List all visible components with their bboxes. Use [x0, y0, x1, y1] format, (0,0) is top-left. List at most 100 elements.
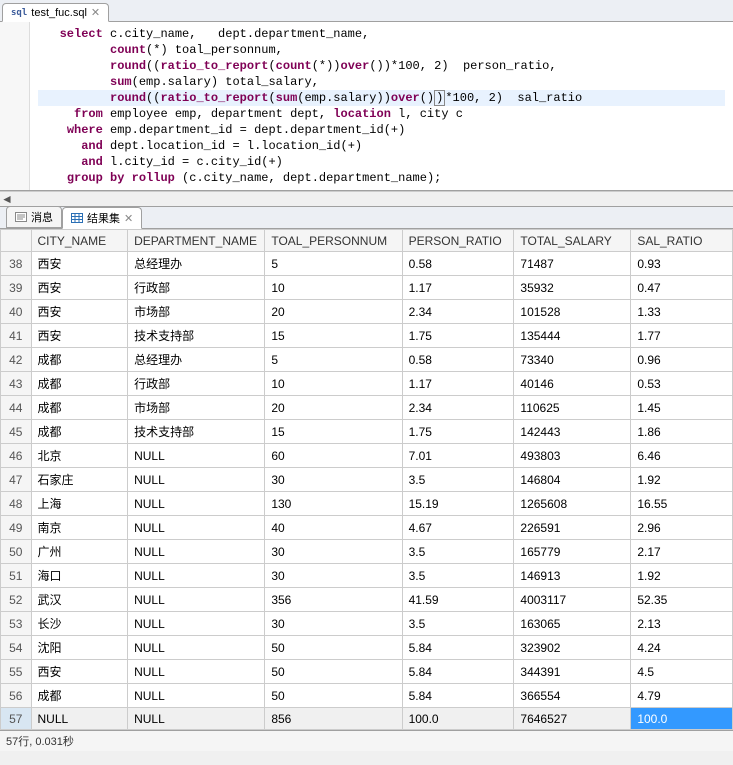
city-cell[interactable]: 西安	[31, 252, 128, 276]
person-ratio-cell[interactable]: 1.17	[402, 276, 514, 300]
personnum-cell[interactable]: 15	[265, 324, 402, 348]
sal-ratio-cell[interactable]: 4.24	[631, 636, 733, 660]
personnum-cell[interactable]: 10	[265, 372, 402, 396]
table-row[interactable]: 45成都技术支持部151.751424431.86	[1, 420, 733, 444]
personnum-cell[interactable]: 5	[265, 348, 402, 372]
personnum-cell[interactable]: 50	[265, 684, 402, 708]
department-cell[interactable]: NULL	[128, 660, 265, 684]
total-salary-cell[interactable]: 35932	[514, 276, 631, 300]
column-header-sal-ratio[interactable]: SAL_RATIO	[631, 230, 733, 252]
city-cell[interactable]: 北京	[31, 444, 128, 468]
table-row[interactable]: 47石家庄NULL303.51468041.92	[1, 468, 733, 492]
city-cell[interactable]: NULL	[31, 708, 128, 730]
personnum-cell[interactable]: 30	[265, 612, 402, 636]
row-number-cell[interactable]: 42	[1, 348, 32, 372]
personnum-cell[interactable]: 30	[265, 564, 402, 588]
scroll-left-icon[interactable]: ◄	[0, 192, 14, 206]
table-row[interactable]: 48上海NULL13015.19126560816.55	[1, 492, 733, 516]
row-number-cell[interactable]: 43	[1, 372, 32, 396]
total-salary-cell[interactable]: 226591	[514, 516, 631, 540]
row-number-cell[interactable]: 52	[1, 588, 32, 612]
city-cell[interactable]: 石家庄	[31, 468, 128, 492]
personnum-cell[interactable]: 10	[265, 276, 402, 300]
person-ratio-cell[interactable]: 3.5	[402, 540, 514, 564]
personnum-cell[interactable]: 356	[265, 588, 402, 612]
sal-ratio-cell[interactable]: 1.92	[631, 564, 733, 588]
table-row[interactable]: 55西安NULL505.843443914.5	[1, 660, 733, 684]
person-ratio-cell[interactable]: 2.34	[402, 396, 514, 420]
personnum-cell[interactable]: 50	[265, 636, 402, 660]
sal-ratio-cell[interactable]: 1.45	[631, 396, 733, 420]
city-cell[interactable]: 海口	[31, 564, 128, 588]
editor-content[interactable]: select c.city_name, dept.department_name…	[30, 22, 733, 190]
city-cell[interactable]: 成都	[31, 684, 128, 708]
city-cell[interactable]: 成都	[31, 396, 128, 420]
person-ratio-cell[interactable]: 5.84	[402, 684, 514, 708]
sal-ratio-cell[interactable]: 52.35	[631, 588, 733, 612]
close-icon[interactable]: ✕	[124, 212, 133, 225]
column-header-person-ratio[interactable]: PERSON_RATIO	[402, 230, 514, 252]
city-cell[interactable]: 西安	[31, 324, 128, 348]
person-ratio-cell[interactable]: 4.67	[402, 516, 514, 540]
department-cell[interactable]: 总经理办	[128, 348, 265, 372]
personnum-cell[interactable]: 130	[265, 492, 402, 516]
table-row[interactable]: 54沈阳NULL505.843239024.24	[1, 636, 733, 660]
row-number-cell[interactable]: 45	[1, 420, 32, 444]
department-cell[interactable]: NULL	[128, 564, 265, 588]
table-row[interactable]: 43成都行政部101.17401460.53	[1, 372, 733, 396]
table-row[interactable]: 39西安行政部101.17359320.47	[1, 276, 733, 300]
row-number-cell[interactable]: 51	[1, 564, 32, 588]
table-row[interactable]: 38西安总经理办50.58714870.93	[1, 252, 733, 276]
personnum-cell[interactable]: 30	[265, 540, 402, 564]
row-number-cell[interactable]: 55	[1, 660, 32, 684]
personnum-cell[interactable]: 15	[265, 420, 402, 444]
city-cell[interactable]: 成都	[31, 348, 128, 372]
department-cell[interactable]: NULL	[128, 468, 265, 492]
total-salary-cell[interactable]: 165779	[514, 540, 631, 564]
table-row[interactable]: 56成都NULL505.843665544.79	[1, 684, 733, 708]
sal-ratio-cell[interactable]: 0.47	[631, 276, 733, 300]
personnum-cell[interactable]: 20	[265, 396, 402, 420]
table-row[interactable]: 57NULLNULL856100.07646527100.0	[1, 708, 733, 730]
person-ratio-cell[interactable]: 3.5	[402, 612, 514, 636]
column-header-total-salary[interactable]: TOTAL_SALARY	[514, 230, 631, 252]
department-cell[interactable]: 行政部	[128, 372, 265, 396]
person-ratio-cell[interactable]: 1.75	[402, 324, 514, 348]
row-number-cell[interactable]: 40	[1, 300, 32, 324]
column-header-personnum[interactable]: TOAL_PERSONNUM	[265, 230, 402, 252]
row-number-cell[interactable]: 41	[1, 324, 32, 348]
total-salary-cell[interactable]: 73340	[514, 348, 631, 372]
total-salary-cell[interactable]: 40146	[514, 372, 631, 396]
person-ratio-cell[interactable]: 7.01	[402, 444, 514, 468]
total-salary-cell[interactable]: 366554	[514, 684, 631, 708]
total-salary-cell[interactable]: 7646527	[514, 708, 631, 730]
editor-tab[interactable]: sql test_fuc.sql ✕	[2, 3, 109, 22]
column-header-rownum[interactable]	[1, 230, 32, 252]
department-cell[interactable]: NULL	[128, 492, 265, 516]
city-cell[interactable]: 广州	[31, 540, 128, 564]
total-salary-cell[interactable]: 1265608	[514, 492, 631, 516]
person-ratio-cell[interactable]: 3.5	[402, 564, 514, 588]
table-row[interactable]: 50广州NULL303.51657792.17	[1, 540, 733, 564]
total-salary-cell[interactable]: 71487	[514, 252, 631, 276]
person-ratio-cell[interactable]: 0.58	[402, 348, 514, 372]
sal-ratio-cell[interactable]: 1.77	[631, 324, 733, 348]
table-row[interactable]: 52武汉NULL35641.59400311752.35	[1, 588, 733, 612]
row-number-cell[interactable]: 57	[1, 708, 32, 730]
total-salary-cell[interactable]: 146913	[514, 564, 631, 588]
person-ratio-cell[interactable]: 41.59	[402, 588, 514, 612]
sal-ratio-cell[interactable]: 2.96	[631, 516, 733, 540]
row-number-cell[interactable]: 47	[1, 468, 32, 492]
person-ratio-cell[interactable]: 1.17	[402, 372, 514, 396]
sal-ratio-cell[interactable]: 0.96	[631, 348, 733, 372]
total-salary-cell[interactable]: 101528	[514, 300, 631, 324]
city-cell[interactable]: 成都	[31, 420, 128, 444]
sal-ratio-cell[interactable]: 4.79	[631, 684, 733, 708]
department-cell[interactable]: NULL	[128, 708, 265, 730]
sal-ratio-cell[interactable]: 2.13	[631, 612, 733, 636]
department-cell[interactable]: NULL	[128, 636, 265, 660]
city-cell[interactable]: 成都	[31, 372, 128, 396]
personnum-cell[interactable]: 50	[265, 660, 402, 684]
person-ratio-cell[interactable]: 5.84	[402, 636, 514, 660]
total-salary-cell[interactable]: 142443	[514, 420, 631, 444]
